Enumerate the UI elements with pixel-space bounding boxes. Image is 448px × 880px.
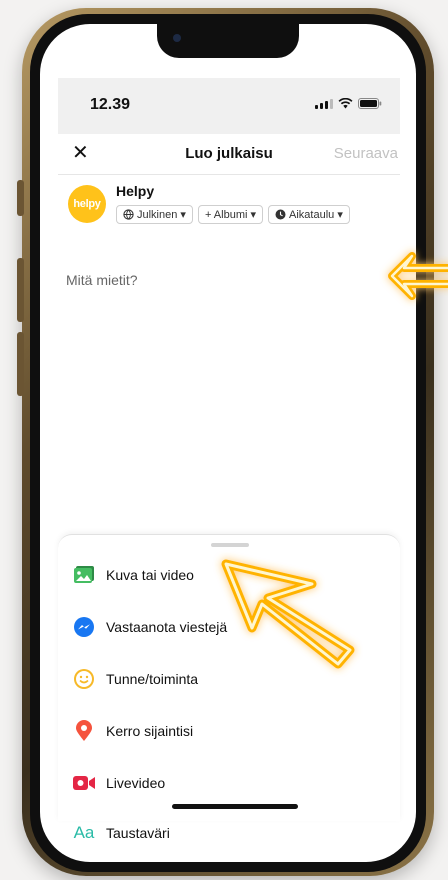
option-check-in[interactable]: Kerro sijaintisi <box>58 711 400 751</box>
signal-icon <box>315 98 333 109</box>
post-text-input[interactable]: Mitä mietit? <box>66 272 138 288</box>
schedule-pill[interactable]: Aikataulu ▾ <box>268 205 350 224</box>
notch <box>157 24 299 58</box>
clock-icon <box>275 209 286 220</box>
create-post-screen: 12.39 ✕ Luo julkaisu Seuraava helpy Help… <box>58 78 400 842</box>
next-button[interactable]: Seuraava <box>334 145 398 162</box>
live-video-icon <box>72 771 96 795</box>
option-label: Kuva tai video <box>106 567 194 583</box>
globe-icon <box>123 209 134 220</box>
photo-icon <box>72 563 96 587</box>
album-pill[interactable]: + Albumi ▾ <box>197 205 264 224</box>
nav-bar: ✕ Luo julkaisu Seuraava <box>58 134 400 175</box>
option-label: Livevideo <box>106 775 166 791</box>
post-options-sheet: Kuva tai video Vastaanota viestejä Tunne… <box>58 534 400 842</box>
author-row: helpy Helpy Julkinen ▾ + Albumi ▾ Aikata… <box>58 175 400 235</box>
location-pin-icon <box>72 719 96 743</box>
schedule-label: Aikataulu ▾ <box>289 209 343 221</box>
text-aa-icon: Aa <box>73 823 95 842</box>
smiley-icon <box>72 667 96 691</box>
status-bar: 12.39 <box>58 78 400 134</box>
side-button-volume-down <box>17 332 24 396</box>
messenger-icon <box>72 615 96 639</box>
home-indicator[interactable] <box>172 804 298 809</box>
option-photo-video[interactable]: Kuva tai video <box>58 555 400 595</box>
avatar[interactable]: helpy <box>68 185 106 223</box>
album-label: + Albumi ▾ <box>204 209 257 221</box>
option-label: Kerro sijaintisi <box>106 723 194 739</box>
phone-screen: 12.39 ✕ Luo julkaisu Seuraava helpy Help… <box>40 24 416 862</box>
status-icons <box>315 98 382 109</box>
side-button-action <box>17 180 24 216</box>
audience-pills: Julkinen ▾ + Albumi ▾ Aikataulu ▾ <box>116 205 350 224</box>
battery-icon <box>358 98 382 109</box>
option-receive-messages[interactable]: Vastaanota viestejä <box>58 607 400 647</box>
option-background-color[interactable]: Aa Taustaväri <box>58 813 400 853</box>
wifi-icon <box>338 98 353 109</box>
camera-icon <box>173 34 181 42</box>
option-feeling-activity[interactable]: Tunne/toiminta <box>58 659 400 699</box>
audience-public-pill[interactable]: Julkinen ▾ <box>116 205 193 224</box>
option-label: Tunne/toiminta <box>106 671 199 687</box>
option-label: Taustaväri <box>106 825 170 841</box>
option-label: Vastaanota viestejä <box>106 619 228 635</box>
avatar-logo-text: helpy <box>73 198 101 210</box>
author-name: Helpy <box>116 183 155 199</box>
status-time: 12.39 <box>90 96 131 113</box>
audience-public-label: Julkinen ▾ <box>137 209 186 221</box>
sheet-handle[interactable] <box>211 543 249 547</box>
option-live-video[interactable]: Livevideo <box>58 763 400 803</box>
side-button-volume-up <box>17 258 24 322</box>
